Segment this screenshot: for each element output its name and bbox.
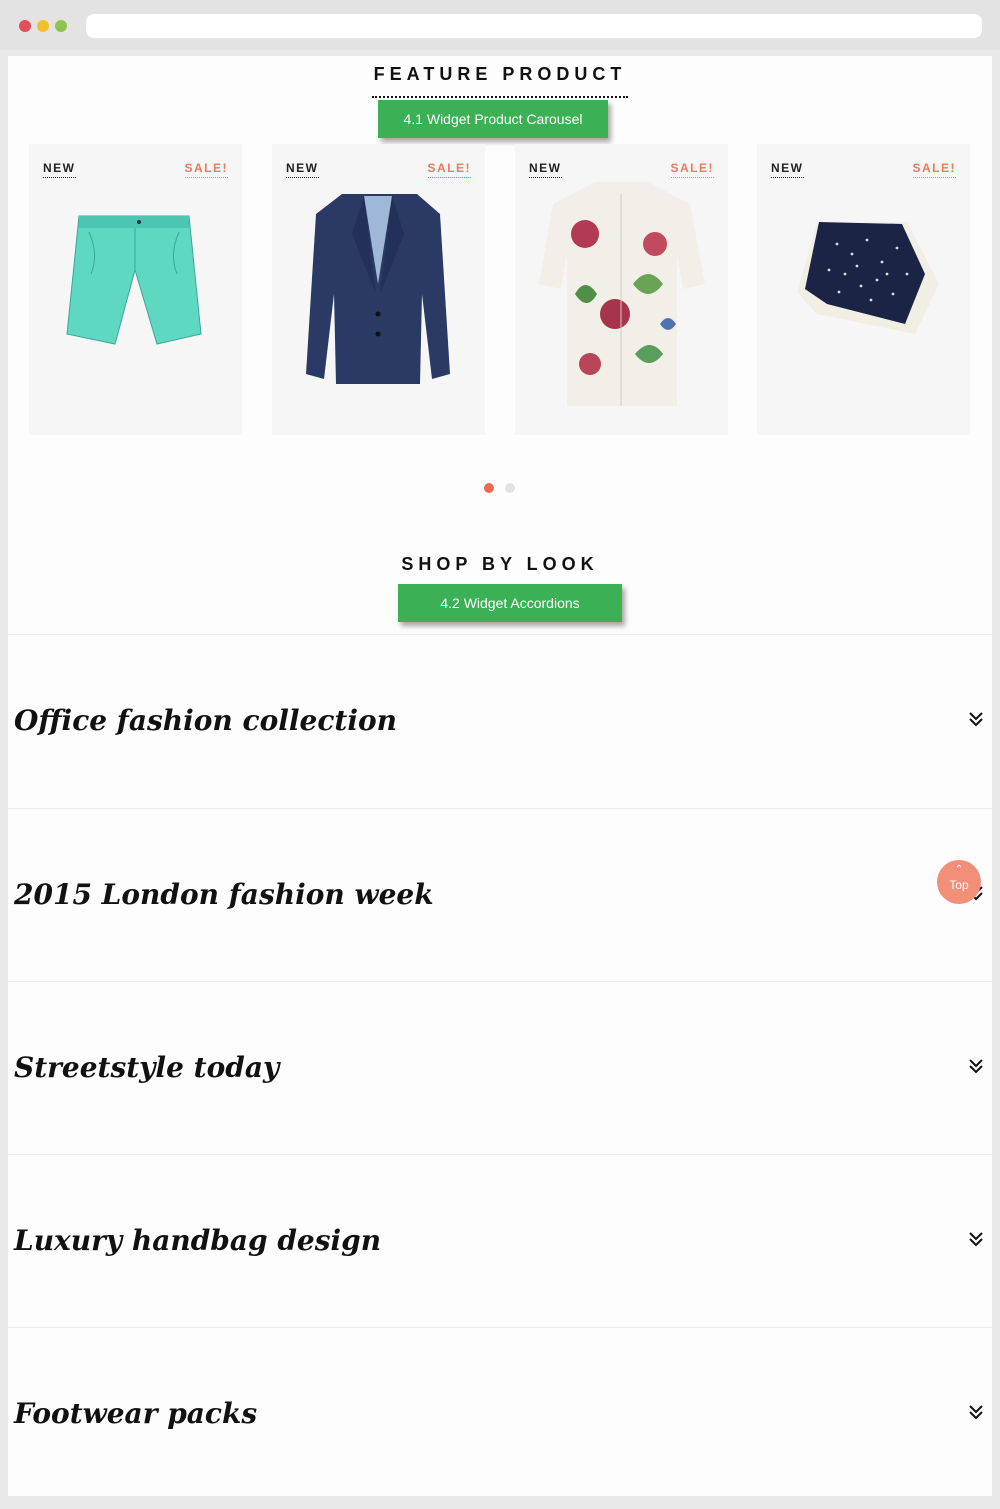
shorts-image[interactable] [29,174,242,414]
product-card[interactable]: NEW SALE! [29,144,242,435]
accordion-title: 2015 London fashion week [14,878,434,911]
maximize-window-dot[interactable] [55,20,67,32]
double-chevron-down-icon[interactable] [966,1403,986,1423]
pocket-square-image[interactable] [757,174,970,414]
product-card[interactable]: NEW SALE! [515,144,728,435]
accordion-item[interactable]: Footwear packs [8,1327,992,1496]
accordion-title: Footwear packs [14,1397,258,1430]
carousel-page-dot-active[interactable] [484,483,494,493]
floral-shirt-image[interactable] [515,174,728,414]
page-content: FEATURE PRODUCT 4.1 Widget Product Carou… [8,56,992,1496]
heading-underline [372,96,628,98]
back-to-top-button[interactable]: ⌃ Top [937,860,981,904]
double-chevron-down-icon[interactable] [966,710,986,730]
carousel-page-dot[interactable] [505,483,515,493]
accordion-title: Office fashion collection [14,704,397,737]
address-bar[interactable] [86,14,982,38]
accordion-item[interactable]: Luxury handbag design [8,1154,992,1327]
accordion-title: Streetstyle today [14,1051,280,1084]
widget-accordions-label[interactable]: 4.2 Widget Accordions [398,584,622,622]
double-chevron-down-icon[interactable] [966,1057,986,1077]
minimize-window-dot[interactable] [37,20,49,32]
blazer-image[interactable] [272,174,485,414]
accordion-item[interactable]: Streetstyle today [8,981,992,1154]
widget-product-carousel-label[interactable]: 4.1 Widget Product Carousel [378,100,608,138]
accordion-item[interactable]: Office fashion collection [8,634,992,807]
feature-product-heading: FEATURE PRODUCT [373,64,627,84]
back-to-top-label: Top [949,878,969,892]
browser-chrome [0,0,1000,50]
close-window-dot[interactable] [19,20,31,32]
accordion-item[interactable]: 2015 London fashion week [8,808,992,981]
shop-by-look-heading: SHOP BY LOOK [401,554,599,574]
double-chevron-down-icon[interactable] [966,1230,986,1250]
accordion-title: Luxury handbag design [14,1224,382,1257]
product-card[interactable]: NEW SALE! [272,144,485,435]
product-card[interactable]: NEW SALE! [757,144,970,435]
chevron-up-icon: ⌃ [954,864,964,875]
